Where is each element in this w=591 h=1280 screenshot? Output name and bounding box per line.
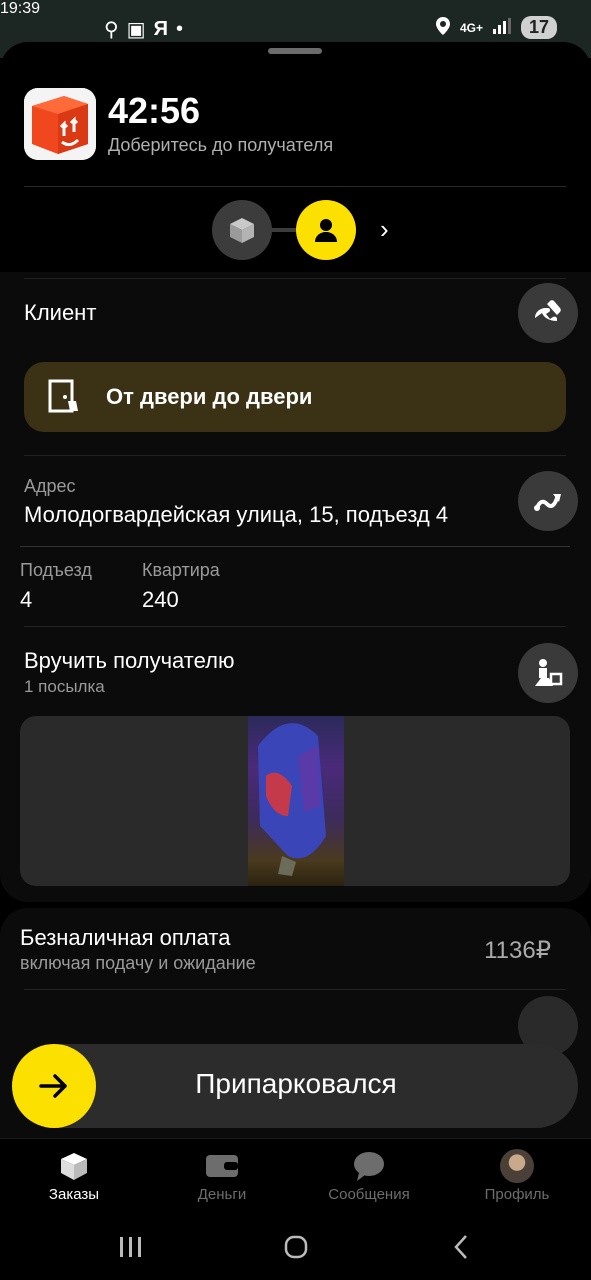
location-icon xyxy=(435,17,450,38)
tab-money-label: Деньги xyxy=(197,1186,247,1203)
call-client-button[interactable] xyxy=(518,283,578,343)
signal-icon xyxy=(492,18,511,37)
divider-handover xyxy=(24,626,566,627)
network-label: 4G+ xyxy=(459,20,483,35)
parcel-app-icon xyxy=(24,88,96,160)
delivery-status-text: Доберитесь до получателя xyxy=(108,135,334,155)
search-icon: ⚲ xyxy=(104,19,119,41)
client-label: Клиент xyxy=(24,300,97,325)
step-pickup[interactable] xyxy=(212,200,272,260)
payment-title: Безналичная оплата xyxy=(20,925,231,950)
door-to-door-banner[interactable]: От двери до двери xyxy=(24,362,566,432)
tab-orders[interactable]: Заказы xyxy=(14,1150,134,1203)
chevron-right-icon[interactable]: › xyxy=(380,214,389,245)
chat-icon xyxy=(354,1152,384,1181)
person-icon xyxy=(315,219,337,242)
apartment-value: 240 xyxy=(142,587,179,612)
divider-details xyxy=(20,546,570,547)
tab-profile-label: Профиль xyxy=(484,1186,550,1203)
divider-top xyxy=(24,278,566,279)
divider-address xyxy=(24,455,566,456)
box-icon xyxy=(61,1153,87,1180)
handover-button[interactable] xyxy=(518,643,578,703)
handover-icon xyxy=(535,659,563,686)
parked-slider-handle[interactable] xyxy=(12,1044,96,1128)
payment-subtitle: включая подачу и ожидание xyxy=(20,953,256,973)
sheet-drag-handle[interactable] xyxy=(268,48,322,54)
wallet-icon xyxy=(206,1155,238,1177)
battery-indicator: 17 xyxy=(520,16,557,39)
step-recipient[interactable] xyxy=(296,200,356,260)
address-value[interactable]: Молодогвардейская улица, 15, подъезд 4 xyxy=(24,502,448,528)
delivery-timer: 42:56 xyxy=(108,90,201,131)
entrance-label: Подъезд xyxy=(20,560,92,580)
handover-title: Вручить получателю xyxy=(24,648,235,673)
door-to-door-label: От двери до двери xyxy=(106,384,313,409)
door-icon xyxy=(48,379,82,415)
parked-label: Припарковался xyxy=(195,1068,397,1099)
back-icon[interactable] xyxy=(452,1234,470,1265)
divider-payment xyxy=(24,989,566,990)
tab-messages[interactable]: Сообщения xyxy=(309,1150,429,1203)
parcel-photo-image xyxy=(248,716,344,886)
status-icons-right: 4G+ 17 xyxy=(435,16,557,39)
entrance-value: 4 xyxy=(20,587,33,612)
status-time: 19:39 xyxy=(0,0,41,17)
phone-chat-icon xyxy=(535,300,561,321)
tab-orders-label: Заказы xyxy=(48,1186,100,1203)
status-icons-left: ⚲ ▣ Я • xyxy=(104,17,183,42)
apartment-label: Квартира xyxy=(142,560,220,580)
yandex-icon: Я xyxy=(153,18,168,40)
header-divider xyxy=(24,186,566,187)
parcel-count: 1 посылка xyxy=(24,677,105,696)
tab-messages-label: Сообщения xyxy=(328,1186,410,1203)
tab-money[interactable]: Деньги xyxy=(162,1150,282,1203)
dot-icon: • xyxy=(175,18,183,40)
arrow-right-icon xyxy=(39,1074,67,1098)
recent-apps-icon[interactable] xyxy=(119,1236,143,1263)
route-icon xyxy=(534,494,561,511)
box-icon xyxy=(230,218,254,243)
home-icon[interactable] xyxy=(284,1235,308,1264)
step-connector xyxy=(270,228,298,232)
route-button[interactable] xyxy=(518,471,578,531)
address-label: Адрес xyxy=(24,476,76,496)
avatar xyxy=(500,1149,534,1183)
payment-amount: 1136₽ xyxy=(484,937,551,964)
scan-icon: ▣ xyxy=(126,19,146,41)
parcel-photo[interactable] xyxy=(20,716,570,886)
tab-profile[interactable]: Профиль xyxy=(457,1149,577,1203)
